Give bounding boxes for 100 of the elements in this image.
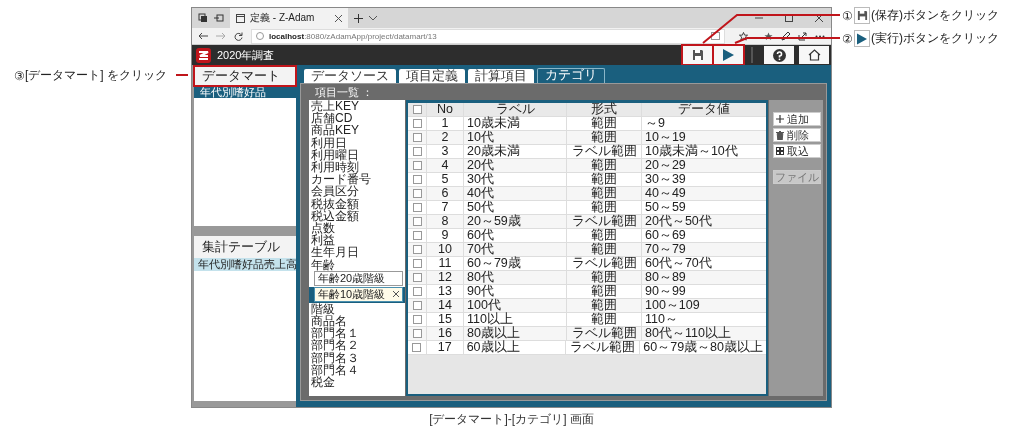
list-item[interactable]: 階級 [309, 302, 405, 316]
list-item[interactable]: 部門名２ [309, 339, 405, 352]
table-cell: 20歳未満 [464, 145, 567, 158]
input-field[interactable]: 年齢20歳階級 [314, 270, 403, 286]
checkbox[interactable] [412, 245, 422, 254]
table-cell-text: 70～79 [644, 243, 687, 256]
checkbox[interactable] [412, 119, 422, 128]
back-icon[interactable] [198, 32, 208, 40]
reading-view-icon[interactable] [711, 32, 720, 40]
tab[interactable]: カテゴリ [537, 68, 605, 83]
checkbox[interactable] [412, 147, 422, 156]
list-item[interactable]: 利益 [309, 234, 405, 247]
table-cell: 範囲 [567, 313, 642, 326]
more-icon[interactable] [815, 34, 825, 38]
favorites-icon[interactable] [764, 31, 773, 41]
page-icon [236, 13, 245, 23]
table-cell-text: 60代～70代 [644, 257, 713, 270]
list-item[interactable]: 部門名４ [309, 363, 405, 377]
checkbox[interactable] [412, 133, 422, 142]
checkbox[interactable] [412, 287, 422, 296]
checkbox[interactable] [412, 203, 422, 212]
table-cell: 15 [427, 313, 464, 326]
table-cell: 範囲 [567, 229, 642, 242]
star-icon[interactable] [739, 31, 748, 41]
list-item[interactable]: 売上KEY [309, 100, 405, 113]
column-header: No [427, 103, 464, 116]
table-cell: 7 [427, 201, 464, 214]
list-item[interactable]: 店舗CD [309, 112, 405, 125]
tab[interactable]: 項目定義 [399, 69, 465, 83]
clear-icon[interactable] [393, 291, 399, 298]
share-icon[interactable] [798, 31, 807, 41]
help-icon [772, 48, 786, 62]
table-cell-text: 50～59 [644, 201, 687, 214]
list-item[interactable]: 税抜金額 [309, 197, 405, 210]
help-button[interactable] [764, 46, 794, 64]
checkbox[interactable] [412, 161, 422, 170]
checkbox[interactable] [412, 329, 422, 338]
list-item[interactable]: 会員区分 [309, 185, 405, 198]
tab[interactable]: 計算項目 [468, 69, 534, 83]
add-button[interactable]: 追加 [773, 112, 821, 126]
input-field[interactable]: 年齢10歳階級 [314, 286, 403, 302]
table-cell: 1 [427, 117, 464, 130]
list-item[interactable]: 点数 [309, 222, 405, 235]
table-cell-text: 80代～110以上 [644, 327, 732, 340]
tab[interactable]: データソース [304, 69, 396, 83]
list-item[interactable]: カード番号 [309, 173, 405, 186]
callout-note: (実行)ボタンをクリック [871, 30, 999, 47]
list-item[interactable]: 生年月日 [309, 246, 405, 259]
checkbox[interactable] [412, 315, 422, 324]
import-button[interactable]: 取込 [773, 144, 821, 158]
checkbox[interactable] [412, 301, 422, 310]
new-tab-icon[interactable] [354, 13, 363, 23]
table-cell: 3 [427, 145, 464, 158]
list-item[interactable]: 商品KEY [309, 124, 405, 137]
reload-icon[interactable] [234, 31, 243, 41]
list-item[interactable]: 部門名３ [309, 351, 405, 364]
checkbox[interactable] [412, 175, 422, 184]
checkbox[interactable] [412, 231, 422, 240]
table-cell: 100代 [464, 299, 567, 312]
table-cell: ラベル範囲 [567, 145, 642, 158]
sidebar-header[interactable]: データマート [194, 66, 296, 86]
chevron-down-icon[interactable] [369, 15, 377, 21]
list-item[interactable]: 年齢 [309, 258, 405, 271]
save-button[interactable] [683, 46, 712, 64]
list-item[interactable]: 利用時刻 [309, 161, 405, 174]
delete-button[interactable]: 削除 [773, 128, 821, 142]
browser-tab[interactable]: 定義 - Z-Adam [230, 8, 348, 28]
table-cell: 2 [427, 131, 464, 144]
pen-icon[interactable] [781, 31, 790, 41]
maximize-icon[interactable] [785, 14, 793, 22]
close-icon[interactable] [335, 14, 342, 22]
checkbox[interactable] [412, 343, 422, 352]
table-cell: 50代 [464, 201, 567, 214]
checkbox[interactable] [412, 217, 422, 226]
list-item[interactable]: 利用日 [309, 136, 405, 149]
logo-icon [196, 47, 211, 63]
checkbox[interactable] [412, 189, 422, 198]
address-field[interactable]: localhost:8080/zAdamApp/project/datamart/13 [251, 28, 725, 44]
column-header: ラベル [464, 103, 567, 116]
table-cell: 11 [427, 257, 464, 270]
table-cell: 範囲 [567, 159, 642, 172]
list-item[interactable]: 部門名１ [309, 327, 405, 340]
minimize-icon[interactable] [755, 14, 763, 22]
table-cell: ラベル範囲 [567, 215, 642, 228]
sidebar-item[interactable]: 年代別嗜好品売上高 [194, 258, 296, 271]
column-header: データ値 [677, 103, 731, 116]
checkbox[interactable] [412, 259, 422, 268]
list-item[interactable]: 税金 [309, 376, 405, 389]
list-item[interactable]: 税込金額 [309, 209, 405, 223]
tabs-aside-icon[interactable] [198, 13, 208, 23]
checkbox[interactable] [412, 273, 422, 282]
checkbox[interactable] [412, 105, 422, 114]
run-button[interactable] [714, 46, 743, 64]
home-button[interactable] [799, 46, 829, 64]
list-item[interactable]: 商品名 [309, 315, 405, 328]
close-icon[interactable] [815, 14, 823, 22]
table-cell: 4 [427, 159, 464, 172]
back-tab-icon[interactable] [214, 13, 224, 23]
table-cell: 17 [426, 341, 464, 354]
list-item[interactable]: 利用曜日 [309, 148, 405, 161]
